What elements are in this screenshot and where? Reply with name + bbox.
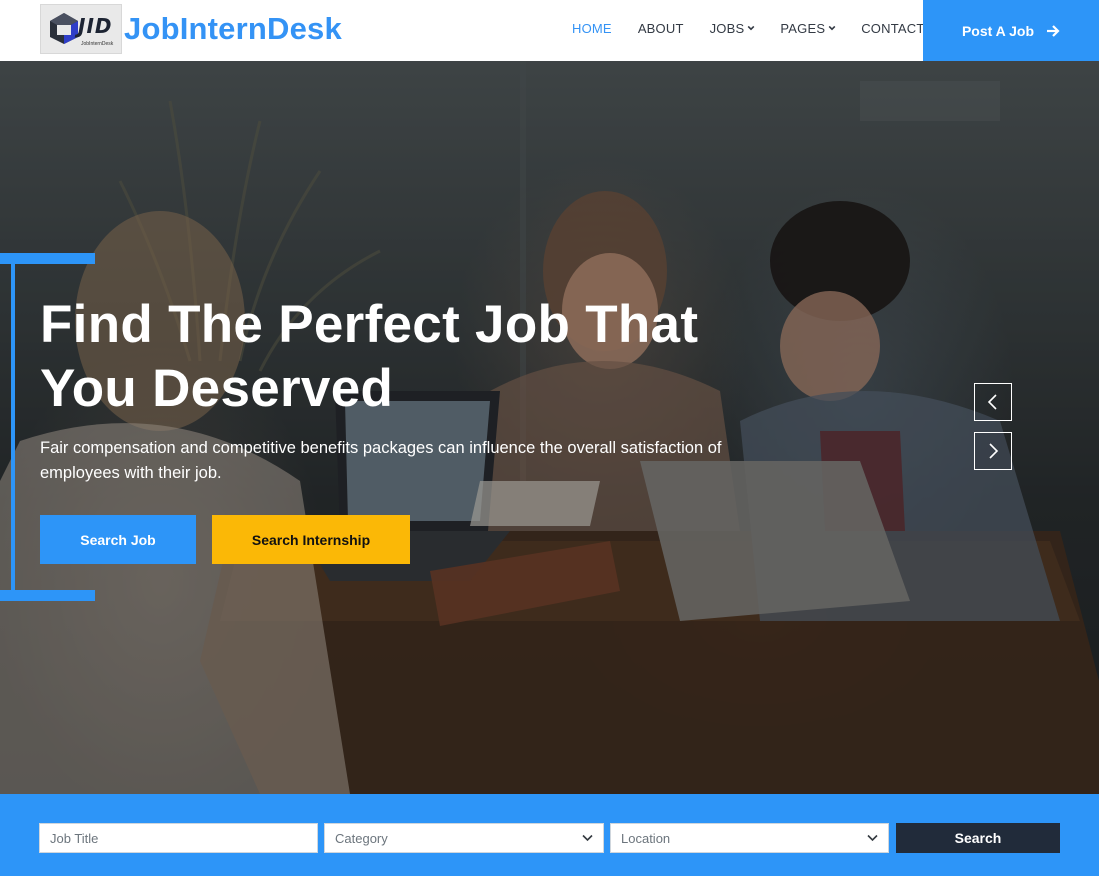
nav-home-label: HOME — [572, 21, 612, 36]
main-menu: HOME ABOUT JOBS PAGES CONTACT — [572, 0, 924, 57]
location-select[interactable]: Location — [610, 823, 889, 853]
hero-background-photo — [0, 61, 1099, 794]
nav-jobs[interactable]: JOBS — [710, 21, 756, 36]
job-search-bar: Category Location Search — [0, 794, 1099, 876]
chevron-right-icon — [989, 443, 999, 459]
hero-accent-frame-side — [11, 264, 15, 590]
carousel-next-button[interactable] — [974, 432, 1012, 470]
chevron-down-icon — [828, 25, 836, 30]
chevron-down-icon — [582, 834, 593, 842]
location-select-value: Location — [621, 830, 671, 846]
nav-contact[interactable]: CONTACT — [861, 21, 924, 36]
hero-section: Find The Perfect Job That You Deserved F… — [0, 61, 1099, 794]
search-job-button[interactable]: Search Job — [40, 515, 196, 564]
carousel-prev-button[interactable] — [974, 383, 1012, 421]
arrow-right-icon — [1047, 24, 1060, 37]
chevron-left-icon — [987, 394, 997, 410]
nav-jobs-label: JOBS — [709, 21, 745, 36]
category-select[interactable]: Category — [324, 823, 604, 853]
logo-cube-icon — [50, 13, 78, 44]
nav-pages[interactable]: PAGES — [780, 21, 836, 36]
nav-home[interactable]: HOME — [572, 21, 612, 36]
post-job-button[interactable]: Post A Job — [923, 0, 1099, 61]
search-button[interactable]: Search — [896, 823, 1060, 853]
post-job-label: Post A Job — [961, 22, 1035, 39]
chevron-down-icon — [867, 834, 878, 842]
chevron-down-icon — [748, 25, 755, 30]
hero-description: Fair compensation and competitive benefi… — [40, 439, 722, 482]
hero-title: Find The Perfect Job That You Deserved — [40, 295, 699, 418]
nav-about-label: ABOUT — [637, 21, 684, 36]
job-title-field[interactable] — [39, 823, 318, 853]
logo-caption: JobInternDesk — [81, 41, 114, 47]
brand-name[interactable]: JobInternDesk — [124, 11, 342, 47]
nav-pages-label: PAGES — [780, 21, 826, 36]
category-select-value: Category — [335, 830, 388, 846]
logo-letters: JID — [78, 14, 113, 38]
brand[interactable]: JID JobInternDesk JobInternDesk — [40, 4, 342, 54]
nav-about[interactable]: ABOUT — [638, 21, 684, 36]
job-title-input[interactable] — [50, 830, 317, 846]
nav-contact-label: CONTACT — [861, 21, 925, 36]
search-internship-button[interactable]: Search Internship — [212, 515, 410, 564]
navbar: JID JobInternDesk JobInternDesk HOME ABO… — [0, 0, 1099, 61]
logo[interactable]: JID JobInternDesk — [40, 4, 122, 54]
